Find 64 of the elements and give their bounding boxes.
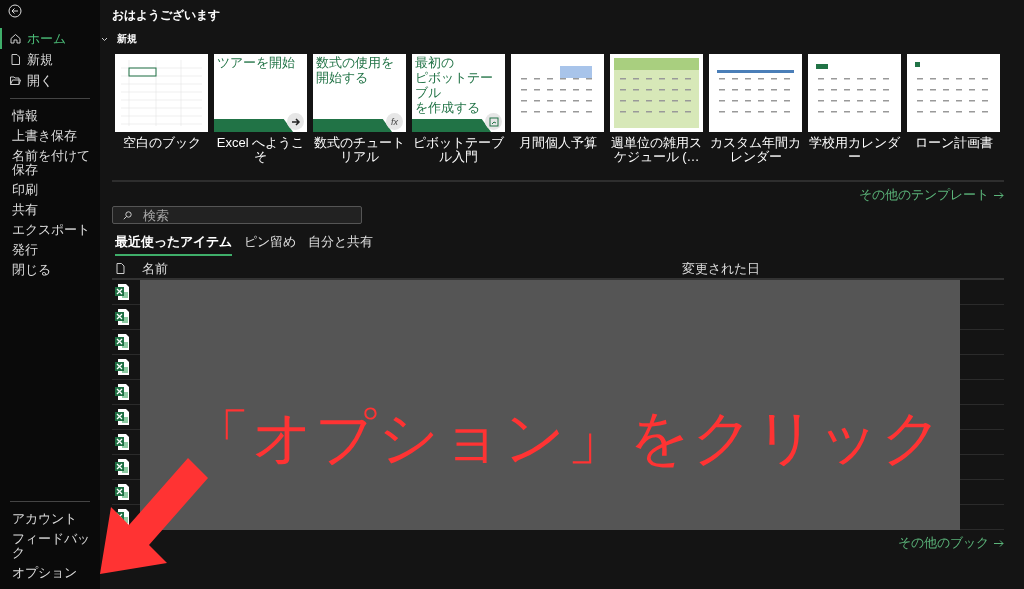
sidebar-item[interactable]: 上書き保存 [0, 126, 100, 146]
template-label[interactable]: 週単位の雑用スケジュール (… [607, 136, 706, 178]
folder-icon [10, 75, 21, 86]
excel-file-icon [114, 408, 130, 426]
template-label[interactable]: カスタム年間カレンダー [706, 136, 805, 178]
excel-file-icon [114, 358, 130, 376]
sidebar-item[interactable]: エクスポート [0, 220, 100, 240]
tab[interactable]: 自分と共有 [308, 233, 373, 256]
search-field[interactable]: 検索 [112, 206, 362, 224]
thumbnail-text: を作成する [415, 100, 481, 115]
sidebar-item[interactable]: 共有 [0, 200, 100, 220]
sidebar-item[interactable]: 印刷 [0, 180, 100, 200]
sidebar-item[interactable]: 開く [0, 70, 100, 91]
sidebar-item[interactable]: 情報 [0, 106, 100, 126]
thumbnail-text: 最初の [415, 55, 455, 70]
template-label[interactable]: ローン計画書 [904, 136, 1003, 178]
template-label[interactable]: 月間個人予算 [508, 136, 607, 178]
thumbnail-text: ピボットテーブル [415, 70, 494, 100]
column-header[interactable]: 変更された日 [682, 259, 760, 278]
excel-file-icon [114, 383, 130, 401]
sidebar-item[interactable]: フィードバック [0, 529, 100, 563]
sidebar-item[interactable]: 新規 [0, 49, 100, 70]
excel-file-icon [114, 333, 130, 351]
formula-badge: fx [386, 113, 403, 130]
template-thumbnail[interactable] [115, 54, 208, 132]
section-title: 新規 [117, 32, 137, 46]
document-icon [10, 54, 21, 65]
template-label[interactable]: ピボットテーブル入門 [409, 136, 508, 178]
search-icon [123, 211, 132, 220]
template-label[interactable]: Excel へようこそ [211, 136, 310, 178]
tab[interactable]: 最近使ったアイテム [115, 233, 232, 256]
excel-file-icon [114, 433, 130, 451]
template-thumbnail[interactable]: 最初の ピボットテーブル を作成する [412, 54, 505, 132]
thumbnail-text: 数式の使用を [316, 55, 395, 70]
sidebar-item[interactable]: アカウント [0, 509, 100, 529]
template-label[interactable]: 学校用カレンダー [805, 136, 904, 178]
sidebar-item[interactable]: ホーム [0, 28, 100, 49]
sidebar-item[interactable]: 名前を付けて保存 [0, 146, 100, 180]
excel-file-icon [114, 308, 130, 326]
annotation-text: 「オプション」をクリック [190, 403, 944, 473]
excel-file-icon [114, 458, 130, 476]
greeting-heading: おはようございます [112, 7, 221, 24]
chart-icon [485, 113, 502, 130]
sidebar-item[interactable]: 発行 [0, 240, 100, 260]
more-workbooks-link[interactable]: その他のブック [898, 534, 1004, 552]
thumbnail-text: 開始する [316, 70, 369, 85]
excel-file-icon [114, 283, 130, 301]
back-button[interactable] [8, 4, 22, 18]
thumbnail-text: ツアーを開始 [217, 55, 296, 70]
sidebar-item[interactable]: 閉じる [0, 260, 100, 280]
template-label[interactable]: 空白のブック [112, 136, 211, 178]
excel-file-icon [114, 483, 130, 501]
template-thumbnail[interactable]: 数式の使用を 開始する fx [313, 54, 406, 132]
sidebar-item[interactable]: オプション [0, 563, 100, 583]
arrow-icon [994, 539, 1004, 547]
template-thumbnail[interactable]: ツアーを開始 [214, 54, 307, 132]
chevron-icon[interactable] [101, 36, 108, 42]
tab[interactable]: ピン留め [244, 233, 296, 256]
template-label[interactable]: 数式のチュートリアル [310, 136, 409, 178]
arrow-icon [994, 191, 1004, 199]
more-templates-link[interactable]: その他のテンプレート [859, 186, 1004, 204]
home-icon [10, 33, 21, 44]
column-header[interactable]: 名前 [142, 259, 682, 278]
document-icon [116, 263, 125, 274]
